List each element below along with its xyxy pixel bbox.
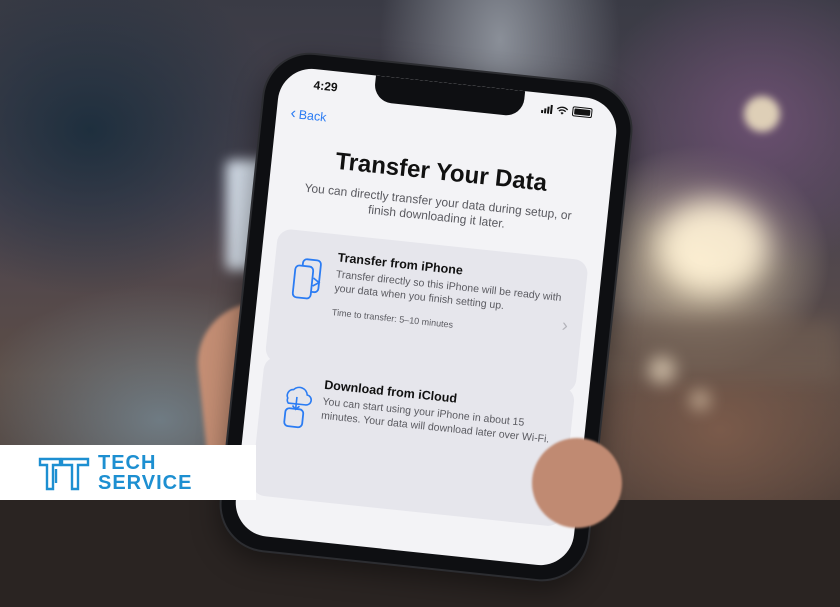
two-phones-icon (291, 258, 322, 300)
bokeh-light (648, 356, 676, 384)
thumb (532, 438, 622, 528)
back-label: Back (298, 107, 328, 125)
logo-text: TECH SERVICE (98, 453, 192, 493)
cellular-signal-icon (541, 103, 553, 114)
chevron-right-icon: › (560, 314, 569, 336)
chevron-left-icon: ‹ (289, 104, 297, 123)
background-lamp (658, 200, 768, 292)
tech-service-logo: TECH SERVICE (0, 445, 256, 500)
bokeh-light (690, 390, 710, 410)
status-time: 4:29 (312, 78, 339, 95)
battery-icon (571, 106, 593, 119)
notch (373, 75, 526, 117)
cloud-download-icon (283, 386, 312, 429)
logo-line-1: TECH (98, 451, 157, 474)
background-light (744, 96, 780, 132)
logo-line-2: SERVICE (98, 471, 193, 494)
status-icons (541, 103, 593, 119)
back-button[interactable]: ‹ Back (289, 104, 328, 125)
wifi-icon (556, 106, 569, 115)
tech-service-logo-mark (38, 457, 90, 490)
